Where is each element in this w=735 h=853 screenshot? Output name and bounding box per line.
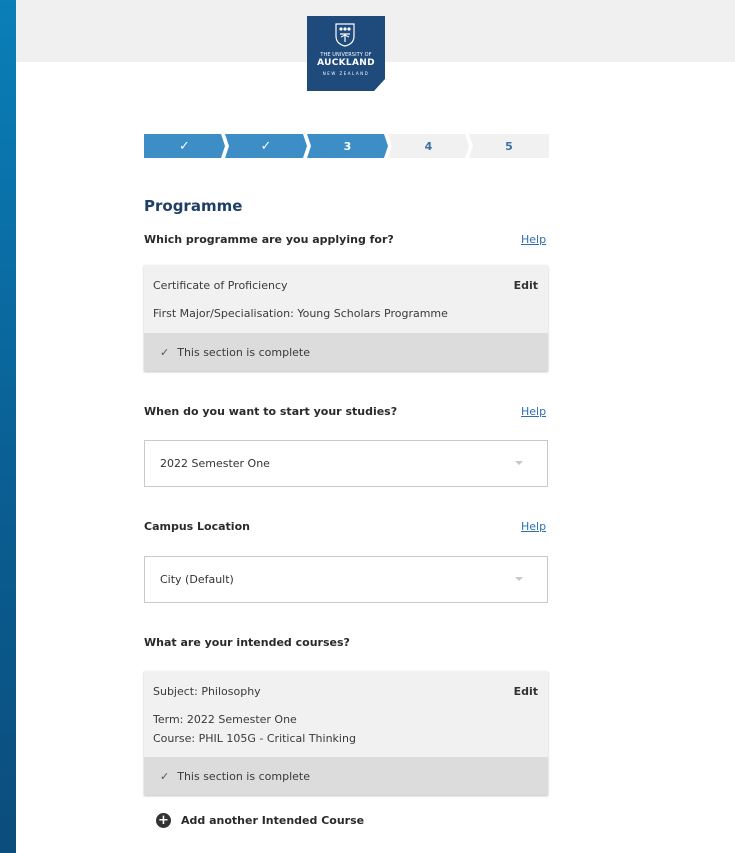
programme-question: Which programme are you applying for? [144,233,394,246]
programme-edit-button[interactable]: Edit [514,279,538,292]
course-summary-card: Subject: Philosophy Edit Term: 2022 Seme… [144,671,548,795]
plus-circle-icon: + [156,813,171,828]
step-5[interactable]: 5 [469,134,549,158]
courses-question: What are your intended courses? [144,636,350,649]
course-edit-button[interactable]: Edit [514,685,538,698]
chevron-down-icon [515,461,523,465]
start-term-value: 2022 Semester One [160,457,270,470]
check-icon: ✓ [260,138,272,154]
step-4[interactable]: 4 [388,134,469,158]
logo-line-3: NEW ZEALAND [322,71,370,76]
programme-complete-banner: ✓ This section is complete [144,333,548,371]
campus-help-link[interactable]: Help [521,520,546,533]
add-course-button[interactable]: + Add another Intended Course [156,813,364,828]
campus-question: Campus Location [144,520,250,533]
chevron-down-icon [515,577,523,581]
step-4-label: 4 [424,139,433,153]
course-name: Course: PHIL 105G - Critical Thinking [153,732,356,745]
check-icon: ✓ [179,138,190,154]
campus-value: City (Default) [160,573,234,586]
programme-specialisation: First Major/Specialisation: Young Schola… [153,307,448,320]
crest-icon [335,23,355,47]
step-5-label: 5 [505,139,513,153]
programme-name: Certificate of Proficiency [153,279,288,292]
section-title: Programme [144,197,243,215]
application-page: THE UNIVERSITY OF AUCKLAND NEW ZEALAND ✓… [16,0,735,853]
step-2[interactable]: ✓ [225,134,307,158]
progress-steps: ✓ ✓ 3 4 5 [144,134,549,158]
university-logo[interactable]: THE UNIVERSITY OF AUCKLAND NEW ZEALAND [307,16,385,91]
checkmark-icon: ✓ [160,345,170,359]
step-3[interactable]: 3 [307,134,388,158]
course-term: Term: 2022 Semester One [153,713,297,726]
add-course-label: Add another Intended Course [181,814,365,827]
programme-help-link[interactable]: Help [521,233,546,246]
course-complete-banner: ✓ This section is complete [144,757,548,795]
start-question: When do you want to start your studies? [144,405,398,418]
checkmark-icon: ✓ [160,769,170,783]
start-help-link[interactable]: Help [521,405,546,418]
programme-summary-card: Certificate of Proficiency Edit First Ma… [144,265,548,371]
campus-select[interactable]: City (Default) [144,556,548,603]
course-subject: Subject: Philosophy [153,685,261,698]
step-3-label: 3 [343,139,352,153]
programme-complete-text: This section is complete [177,345,310,359]
course-complete-text: This section is complete [177,769,310,783]
start-term-select[interactable]: 2022 Semester One [144,440,548,487]
logo-line-2: AUCKLAND [317,58,375,68]
step-1[interactable]: ✓ [144,134,225,158]
